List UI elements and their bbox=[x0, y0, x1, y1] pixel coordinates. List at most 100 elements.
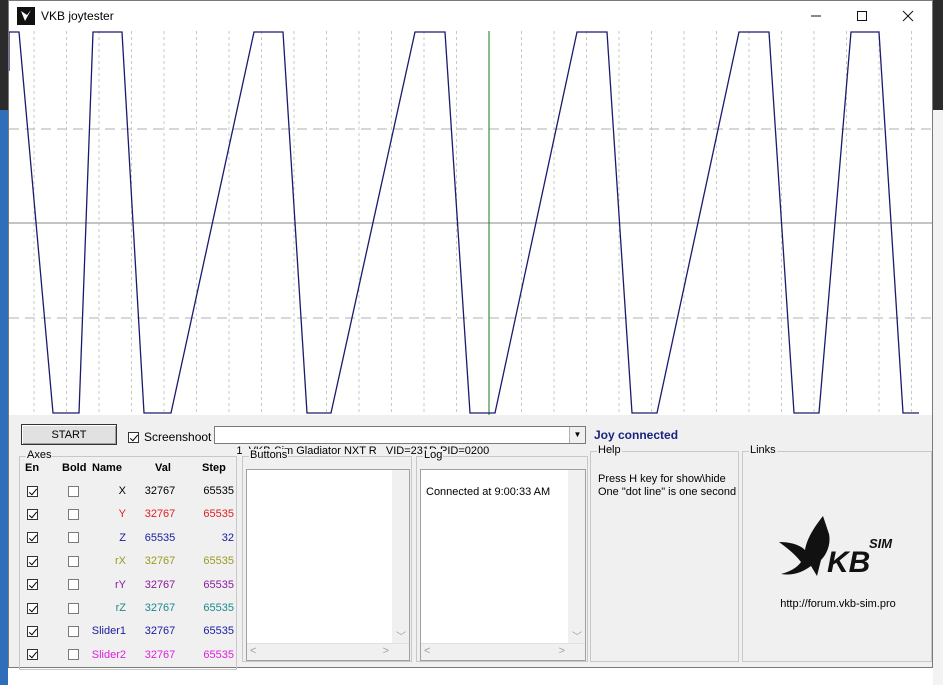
desktop-background-right-light bbox=[933, 110, 943, 685]
help-line-1: Press H key for show\hide bbox=[598, 473, 726, 485]
device-select[interactable]: 1 VKB-Sim Gladiator NXT R VID=231D PID=0… bbox=[214, 426, 586, 457]
window-title: VKB joytester bbox=[41, 9, 114, 23]
axis-name: rZ bbox=[115, 602, 126, 614]
enable-checkbox[interactable] bbox=[27, 602, 38, 614]
connection-status: Joy connected bbox=[594, 428, 679, 442]
bold-checkbox[interactable] bbox=[68, 485, 79, 497]
col-header-name: Name bbox=[92, 462, 122, 474]
axis-step: 32 bbox=[221, 531, 234, 544]
axis-name: Slider1 bbox=[91, 625, 126, 638]
screenshot-option[interactable]: Screenshoot bbox=[128, 430, 211, 444]
axis-value: 32767 bbox=[144, 508, 176, 521]
axis-value: 32767 bbox=[144, 602, 176, 614]
enable-checkbox[interactable] bbox=[27, 625, 38, 637]
axis-name: Slider2 bbox=[91, 648, 126, 661]
bold-checkbox[interactable] bbox=[68, 602, 79, 614]
enable-checkbox[interactable] bbox=[27, 579, 38, 591]
buttons-group: Buttons ﹀ < > bbox=[242, 449, 412, 662]
vkb-sim-logo: KB SIM bbox=[775, 514, 905, 597]
enable-checkbox[interactable] bbox=[27, 485, 38, 497]
axes-legend: Axes bbox=[26, 449, 53, 461]
log-legend: Log bbox=[423, 449, 444, 461]
col-header-bold: Bold bbox=[62, 462, 87, 474]
axis-value: 32767 bbox=[144, 578, 176, 591]
close-button[interactable] bbox=[885, 1, 931, 31]
title-bar[interactable]: VKB joytester bbox=[9, 1, 932, 31]
chevron-down-icon[interactable]: ﹀ bbox=[396, 628, 406, 643]
help-legend: Help bbox=[597, 444, 622, 456]
links-group: Links KB SIM http://forum.vkb-sim.pro bbox=[742, 444, 933, 662]
axis-name: Z bbox=[119, 531, 126, 544]
axis-row-ry: rY 32767 65535 bbox=[20, 578, 238, 596]
enable-checkbox[interactable] bbox=[27, 649, 38, 661]
log-vscroll[interactable]: ﹀ bbox=[568, 470, 585, 645]
svg-text:KB: KB bbox=[827, 546, 870, 579]
bold-checkbox[interactable] bbox=[68, 532, 79, 544]
bold-checkbox[interactable] bbox=[68, 649, 79, 661]
chevron-right-icon[interactable]: > bbox=[559, 645, 565, 657]
buttons-legend: Buttons bbox=[249, 449, 289, 461]
axis-row-z: Z 65535 32 bbox=[20, 531, 238, 549]
chevron-left-icon[interactable]: < bbox=[250, 645, 256, 657]
maximize-button[interactable] bbox=[839, 1, 885, 31]
buttons-vscroll[interactable]: ﹀ bbox=[392, 470, 409, 645]
buttons-listbox[interactable]: ﹀ < > bbox=[246, 469, 410, 661]
help-text: Press H key for show\hide One "dot line"… bbox=[598, 473, 736, 499]
log-group: Log Connected at 9:00:33 AM ﹀ < > bbox=[416, 449, 588, 662]
bold-checkbox[interactable] bbox=[68, 625, 79, 637]
screenshot-label: Screenshoot bbox=[144, 430, 212, 444]
app-window: VKB joytester START Screenshoot 1 VKB-Si… bbox=[8, 0, 933, 670]
log-listbox[interactable]: Connected at 9:00:33 AM ﹀ < > bbox=[420, 469, 586, 661]
axis-value: 32767 bbox=[144, 648, 176, 661]
bold-checkbox[interactable] bbox=[68, 579, 79, 591]
help-group: Help Press H key for show\hide One "dot … bbox=[590, 444, 739, 662]
axis-step: 65535 bbox=[203, 648, 234, 661]
bold-checkbox[interactable] bbox=[68, 555, 79, 567]
axis-row-rx: rX 32767 65535 bbox=[20, 554, 238, 572]
start-button[interactable]: START bbox=[21, 424, 117, 445]
axis-step: 65535 bbox=[203, 508, 234, 521]
vkb-app-icon bbox=[17, 7, 35, 25]
axis-value: 65535 bbox=[144, 531, 176, 544]
forum-link[interactable]: http://forum.vkb-sim.pro bbox=[743, 598, 933, 610]
axis-row-x: X 32767 65535 bbox=[20, 484, 238, 502]
close-icon bbox=[902, 10, 914, 22]
axis-name: rX bbox=[115, 555, 126, 568]
axis-step: 65535 bbox=[203, 578, 234, 591]
col-header-val: Val bbox=[155, 462, 171, 474]
axis-step: 65535 bbox=[203, 625, 234, 638]
axis-step: 65535 bbox=[203, 555, 234, 568]
chevron-down-icon[interactable]: ﹀ bbox=[572, 628, 582, 643]
chevron-right-icon[interactable]: > bbox=[383, 645, 389, 657]
bold-checkbox[interactable] bbox=[68, 508, 79, 520]
axis-name: rY bbox=[115, 578, 126, 591]
buttons-hscroll[interactable]: < > bbox=[247, 643, 409, 660]
chevron-down-icon[interactable]: ▼ bbox=[569, 427, 585, 443]
screenshot-checkbox[interactable] bbox=[128, 431, 139, 443]
axis-row-slider1: Slider1 32767 65535 bbox=[20, 624, 238, 642]
help-line-2: One "dot line" is one second bbox=[598, 486, 737, 498]
axis-row-slider2: Slider2 32767 65535 bbox=[20, 648, 238, 666]
chevron-left-icon[interactable]: < bbox=[424, 645, 430, 657]
axis-name: X bbox=[118, 485, 126, 497]
enable-checkbox[interactable] bbox=[27, 508, 38, 520]
axis-value: 32767 bbox=[144, 485, 176, 497]
minimize-button[interactable] bbox=[793, 1, 839, 31]
maximize-icon bbox=[857, 11, 867, 21]
axis-plot-svg bbox=[9, 31, 932, 415]
enable-checkbox[interactable] bbox=[27, 555, 38, 567]
control-panel: START Screenshoot 1 VKB-Sim Gladiator NX… bbox=[9, 415, 933, 670]
desktop-background-left bbox=[0, 110, 8, 685]
axis-name: Y bbox=[118, 508, 126, 521]
axis-row-rz: rZ 32767 65535 bbox=[20, 601, 238, 619]
axis-plot-area bbox=[9, 31, 932, 415]
axis-row-y: Y 32767 65535 bbox=[20, 507, 238, 525]
desktop-background bbox=[0, 0, 8, 110]
log-hscroll[interactable]: < > bbox=[421, 643, 585, 660]
axes-group: Axes En Bold Name Val Step X 32767 65535 Y 3… bbox=[19, 449, 238, 670]
axis-value: 32767 bbox=[144, 555, 176, 568]
log-entry: Connected at 9:00:33 AM bbox=[426, 486, 551, 498]
axis-step: 65535 bbox=[203, 485, 234, 497]
links-legend: Links bbox=[749, 444, 777, 456]
enable-checkbox[interactable] bbox=[27, 532, 38, 544]
